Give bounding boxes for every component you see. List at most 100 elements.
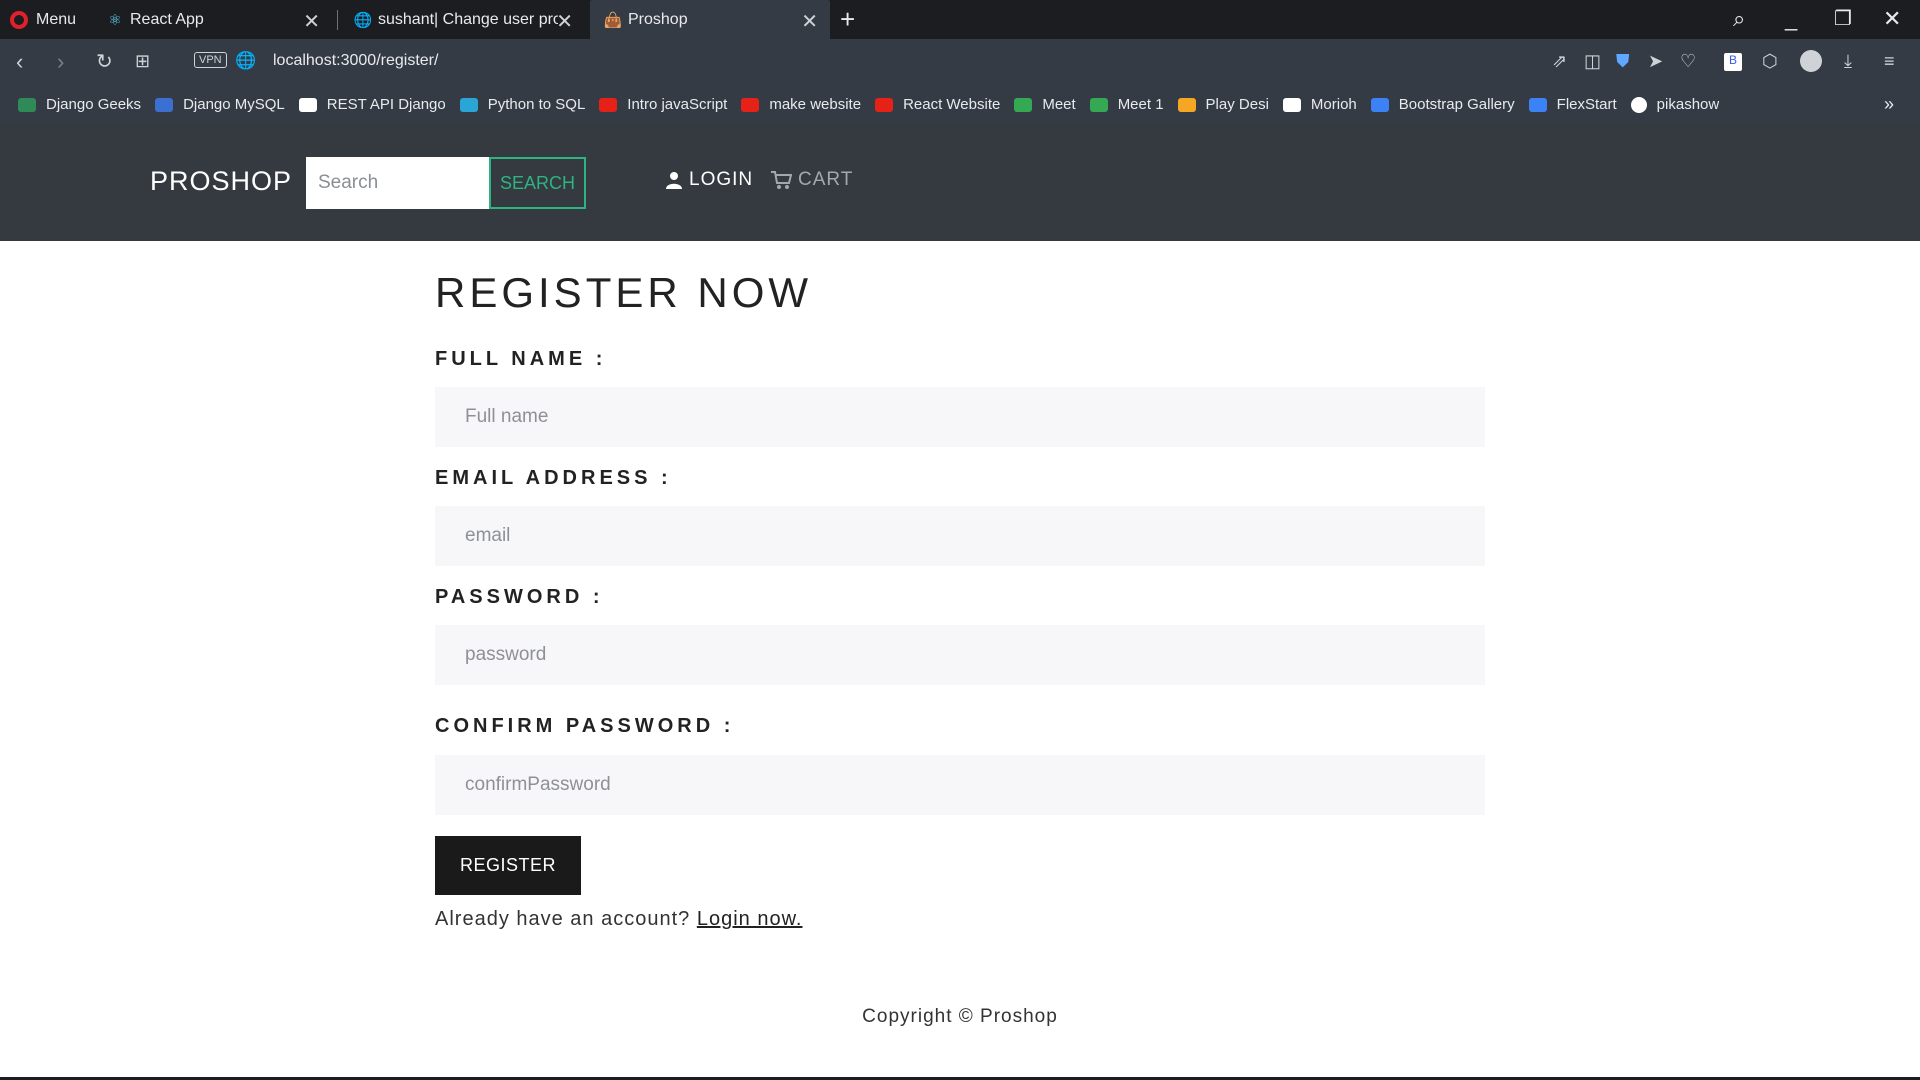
bookmark-favicon-icon (459, 97, 478, 112)
tab-title: sushant| Change user prof (378, 10, 558, 28)
bookmark-label: Django MySQL (183, 96, 285, 113)
close-window-button[interactable]: ✕ (1883, 6, 1901, 32)
url-field[interactable]: localhost:3000/register/ (273, 52, 438, 70)
new-tab-button[interactable]: + (840, 4, 855, 35)
bookmark-label: Python to SQL (487, 96, 586, 113)
bookmark-label: Django Geeks (46, 96, 142, 113)
bookmark-favicon-icon (1528, 97, 1547, 112)
bookmark-label: make website (769, 96, 862, 113)
camera-icon[interactable]: ◫ (1584, 51, 1601, 72)
full-name-label: FULL NAME : (435, 348, 607, 370)
site-info-icon[interactable]: 🌐 (235, 51, 256, 71)
password-label: PASSWORD : (435, 586, 604, 608)
tab-title: React App (130, 10, 204, 28)
bookmark-item[interactable]: REST API Django (298, 96, 446, 113)
page-title: REGISTER NOW (435, 269, 813, 316)
bookmark-item[interactable]: Meet 1 (1089, 96, 1164, 113)
full-name-field[interactable] (435, 387, 1485, 447)
minimize-button[interactable]: _ (1785, 6, 1797, 32)
shopping-bag-icon: 👜 (603, 11, 623, 29)
bookmark-label: FlexStart (1556, 96, 1617, 113)
close-tab-icon[interactable]: ✕ (556, 9, 573, 34)
cart-label: CART (798, 169, 854, 190)
share-icon[interactable]: ⇗ (1552, 51, 1567, 72)
react-icon: ⚛ (108, 11, 122, 29)
bookmark-item[interactable]: Django Geeks (18, 96, 141, 113)
tab-change-user-profile[interactable]: 🌐 sushant| Change user prof ✕ (340, 0, 585, 39)
heart-icon[interactable]: ♡ (1680, 51, 1696, 72)
bookmark-favicon-icon (1370, 97, 1389, 112)
search-input[interactable] (306, 157, 489, 209)
bookmark-item[interactable]: make website (741, 96, 861, 113)
bookmark-label: REST API Django (326, 96, 446, 113)
bookmark-favicon-icon (18, 97, 36, 112)
forward-icon[interactable]: › (57, 49, 64, 75)
shield-icon[interactable]: ⛊ (1616, 51, 1630, 72)
restore-button[interactable]: ❐ (1834, 6, 1852, 31)
bookmark-favicon-icon (875, 97, 894, 112)
bookmark-label: Meet 1 (1117, 96, 1164, 113)
bookmark-item[interactable]: Morioh (1282, 96, 1357, 113)
confirm-password-field[interactable] (435, 755, 1485, 815)
close-tab-icon[interactable]: ✕ (303, 9, 320, 34)
login-now-link[interactable]: Login now. (697, 908, 803, 930)
cube-icon[interactable]: ⬡ (1762, 51, 1778, 72)
opera-logo-icon (10, 11, 28, 29)
bookmark-item[interactable]: FlexStart (1528, 96, 1617, 113)
register-button[interactable]: REGISTER (435, 836, 581, 895)
bookmark-item[interactable]: React Website (875, 96, 1000, 113)
login-link[interactable]: LOGIN (665, 169, 753, 191)
bookmark-favicon-icon (298, 97, 317, 112)
bookmark-item[interactable]: Django MySQL (155, 96, 285, 113)
bookmark-label: Morioh (1310, 96, 1357, 113)
bookmark-favicon-icon (1630, 96, 1647, 113)
bookmark-item[interactable]: Bootstrap Gallery (1370, 96, 1515, 113)
browser-tab-bar: Menu ⚛ React App ✕ 🌐 sushant| Change use… (0, 0, 1920, 39)
reload-icon[interactable]: ↻ (96, 49, 113, 74)
brand-logo[interactable]: PROSHOP (150, 166, 292, 197)
bookmark-label: pikashow (1656, 96, 1720, 113)
bookmark-favicon-icon (155, 97, 174, 112)
search-tabs-icon[interactable]: ⌕ (1733, 6, 1745, 32)
tab-react-app[interactable]: ⚛ React App ✕ (92, 0, 332, 39)
password-field[interactable] (435, 625, 1485, 685)
app-navbar: PROSHOP SEARCH LOGIN CART (0, 124, 1920, 241)
bookmark-item[interactable]: Play Desi (1177, 96, 1269, 113)
bookmark-favicon-icon (1177, 97, 1196, 112)
login-prompt-text: Already have an account? (435, 908, 691, 930)
browser-menu-label: Menu (36, 11, 77, 28)
email-label: EMAIL ADDRESS : (435, 467, 672, 489)
send-icon[interactable]: ➤ (1648, 51, 1663, 72)
tab-separator (337, 10, 338, 30)
back-icon[interactable]: ‹ (16, 49, 23, 75)
bookmark-favicon-icon (1282, 97, 1301, 112)
bookmark-item[interactable]: Python to SQL (459, 96, 586, 113)
user-icon (666, 172, 682, 189)
login-label: LOGIN (689, 169, 754, 190)
vpn-badge[interactable]: VPN (194, 52, 227, 68)
confirm-password-label: CONFIRM PASSWORD : (435, 715, 735, 737)
address-bar-row: ‹ › ↻ ⊞ VPN 🌐 localhost:3000/register/ ⇗… (0, 39, 1920, 85)
close-tab-icon[interactable]: ✕ (801, 9, 818, 34)
bookmark-label: Bootstrap Gallery (1398, 96, 1515, 113)
easy-setup-icon[interactable]: ≡ (1884, 51, 1895, 72)
speed-dial-icon[interactable]: ⊞ (135, 51, 150, 72)
search-button[interactable]: SEARCH (489, 157, 586, 209)
bookmark-item[interactable]: pikashow (1630, 96, 1720, 113)
download-icon[interactable]: ⤓ (1844, 51, 1852, 72)
more-bookmarks-icon[interactable]: » (1884, 94, 1894, 115)
bookmark-label: Intro javaScript (627, 96, 728, 113)
bookmark-item[interactable]: Intro javaScript (599, 96, 727, 113)
bookmark-label: Meet (1042, 96, 1076, 113)
bookmark-item[interactable]: Meet (1014, 96, 1076, 113)
profile-avatar[interactable] (1800, 50, 1822, 72)
bookmark-label: React Website (903, 96, 1001, 113)
globe-icon: 🌐 (353, 11, 373, 29)
bookmark-favicon-icon (741, 97, 760, 112)
email-field[interactable] (435, 506, 1485, 566)
tab-proshop[interactable]: 👜 Proshop ✕ (590, 0, 830, 39)
bookmark-extension-icon[interactable]: B (1724, 53, 1742, 71)
browser-menu-button[interactable]: Menu (10, 8, 76, 32)
tab-title: Proshop (628, 10, 688, 28)
cart-link[interactable]: CART (770, 169, 853, 191)
